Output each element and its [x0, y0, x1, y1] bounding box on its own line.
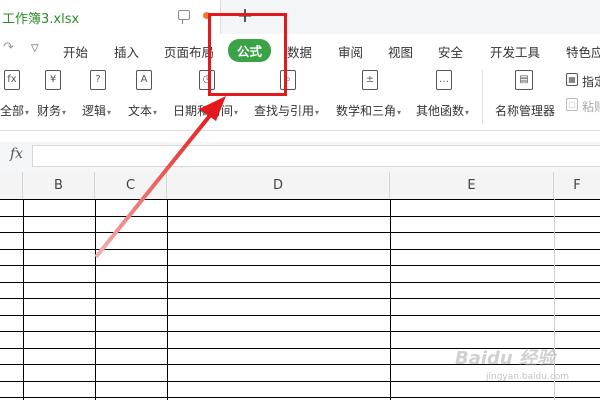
row-line: [0, 282, 600, 283]
column-header-a[interactable]: [0, 172, 23, 199]
more-functions-icon: …: [436, 70, 452, 90]
tool-label: 全部: [0, 104, 25, 118]
pin-icon[interactable]: [178, 10, 190, 24]
row-line: [0, 315, 600, 316]
tool-label: 财务: [37, 104, 62, 118]
menu-view[interactable]: 视图: [388, 42, 413, 61]
menu-developer[interactable]: 开发工具: [490, 42, 540, 61]
annotation-highlight-box: [208, 13, 287, 96]
column-line: [390, 199, 391, 400]
menu-bar: ↷ ▽ 开始 插入 页面布局 公式 数据 审阅 视图 安全 开发工具 特色应: [0, 34, 600, 64]
formula-ribbon: fx 全部▾ ¥ 财务▾ ? 逻辑▾ A 文本▾ ◷ 日期和时间▾ ⌕ 查找与引…: [0, 64, 600, 131]
formula-input[interactable]: [32, 145, 600, 167]
column-header-f[interactable]: F: [554, 172, 600, 199]
row-line: [0, 249, 600, 250]
formula-bar: fx: [0, 142, 600, 172]
chevron-down-icon[interactable]: ▽: [31, 43, 39, 54]
document-tab[interactable]: 工作簿3.xlsx: [0, 0, 221, 34]
chevron-down-icon: ▾: [315, 108, 320, 117]
menu-security[interactable]: 安全: [438, 42, 463, 61]
row-line: [0, 331, 600, 332]
tool-label: 文本: [128, 104, 153, 118]
watermark-url: jingyan.baidu.com: [486, 372, 570, 382]
column-line: [95, 199, 96, 400]
tool-label: 逻辑: [82, 104, 107, 118]
currency-icon: ¥: [45, 70, 61, 90]
menu-data[interactable]: 数据: [287, 42, 312, 61]
paste-icon: ▢: [566, 98, 578, 111]
tool-label: 数学和三角: [336, 104, 397, 118]
function-icon: fx: [4, 70, 20, 90]
column-header-e[interactable]: E: [390, 172, 554, 199]
row-line: [0, 265, 600, 266]
column-line: [23, 199, 24, 400]
watermark: Baidu 经验: [455, 348, 556, 369]
chevron-down-icon: ▾: [62, 108, 67, 117]
chevron-down-icon: ▾: [153, 108, 158, 117]
math-icon: ±: [362, 70, 378, 90]
chevron-down-icon: ▾: [397, 108, 402, 117]
row-line: [0, 199, 600, 200]
name-manager-icon: ▤: [515, 70, 533, 90]
row-line: [0, 397, 600, 398]
document-title: 工作簿3.xlsx: [2, 12, 80, 27]
column-header-row: B C D E F: [0, 172, 600, 200]
text-icon: A: [136, 70, 152, 90]
tool-label: 查找与引用: [254, 104, 315, 118]
tool-label: 指定: [582, 75, 600, 89]
chevron-down-icon: ▾: [234, 108, 239, 117]
chevron-down-icon: ▾: [25, 108, 30, 117]
menu-home[interactable]: 开始: [63, 42, 88, 61]
tool-label: 名称管理器: [495, 104, 556, 118]
column-header-d[interactable]: D: [167, 172, 390, 199]
menu-features[interactable]: 特色应: [566, 42, 600, 61]
column-line: [167, 199, 168, 400]
chevron-down-icon: ▾: [465, 108, 470, 117]
question-icon: ?: [90, 70, 106, 90]
undo-icon[interactable]: ↷: [3, 40, 14, 55]
chevron-down-icon: ▾: [107, 108, 112, 117]
ribbon-divider: [482, 70, 483, 124]
title-bar: 工作簿3.xlsx +: [0, 0, 600, 34]
menu-review[interactable]: 审阅: [338, 42, 363, 61]
tool-label: 其他函数: [416, 104, 465, 118]
row-line: [0, 298, 600, 299]
row-line: [0, 232, 600, 233]
define-name-icon: ▦: [566, 73, 578, 86]
row-line: [0, 216, 600, 217]
tool-label: 粘贴: [582, 100, 600, 114]
tool-label: 日期和时间: [173, 104, 234, 118]
column-header-b[interactable]: B: [23, 172, 95, 199]
column-header-c[interactable]: C: [95, 172, 167, 199]
menu-page-layout[interactable]: 页面布局: [164, 42, 214, 61]
menu-insert[interactable]: 插入: [114, 42, 139, 61]
fx-icon[interactable]: fx: [10, 146, 23, 162]
